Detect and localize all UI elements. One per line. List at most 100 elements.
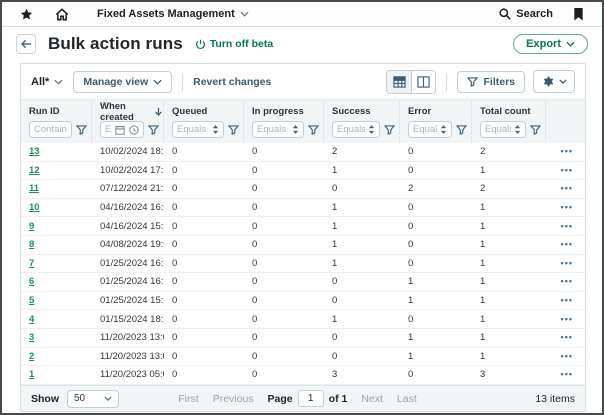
column-filter-actions: [546, 119, 585, 143]
equals-filter-select[interactable]: Equals: [172, 121, 224, 138]
column-label: Success: [332, 106, 371, 117]
row-actions-button[interactable]: •••: [546, 239, 585, 249]
cell-success: 1: [324, 165, 400, 176]
cell-error: 1: [400, 295, 472, 306]
equals-filter-select[interactable]: Equals: [252, 121, 304, 138]
date-filter-box[interactable]: E: [100, 121, 144, 138]
page-size-select[interactable]: 50: [67, 390, 119, 408]
run-id-link[interactable]: 11: [29, 183, 39, 194]
cell-queued: 0: [164, 295, 244, 306]
export-button[interactable]: Export: [513, 34, 588, 54]
cell-success: 0: [324, 295, 400, 306]
run-id-link[interactable]: 2: [29, 351, 34, 362]
last-page-button[interactable]: Last: [397, 393, 417, 405]
chevron-down-icon[interactable]: [240, 11, 249, 17]
run-id-link[interactable]: 7: [29, 258, 34, 269]
cell-queued: 0: [164, 314, 244, 325]
cell-total-count: 1: [472, 332, 546, 343]
next-page-button[interactable]: Next: [361, 393, 383, 405]
cell-error: 1: [400, 332, 472, 343]
column-filter-run-id: [21, 119, 92, 143]
row-actions-button[interactable]: •••: [546, 202, 585, 212]
row-actions-button[interactable]: •••: [546, 165, 585, 175]
home-button[interactable]: [49, 8, 75, 21]
cell-when-created: 11/20/2023 13:0...: [92, 351, 164, 362]
bulk-action-runs-card: All* Manage view Revert changes: [20, 63, 586, 412]
pager: First Previous Page of 1 Next Last: [178, 390, 417, 407]
app-name[interactable]: Fixed Assets Management: [97, 8, 235, 20]
row-actions-button[interactable]: •••: [546, 369, 585, 379]
clock-icon: [129, 125, 139, 135]
column-header-in-progress: In progress: [244, 100, 324, 119]
turn-off-beta-button[interactable]: Turn off beta: [195, 38, 273, 50]
revert-changes-button[interactable]: Revert changes: [193, 76, 271, 88]
cell-total-count: 1: [472, 202, 546, 213]
run-id-link[interactable]: 10: [29, 202, 40, 213]
run-id-link[interactable]: 4: [29, 314, 34, 325]
run-id-cell: 10: [21, 202, 92, 213]
run-id-link[interactable]: 1: [29, 369, 34, 380]
runs-table: Run IDWhen createdQueuedIn progressSucce…: [21, 99, 585, 385]
search-button[interactable]: Search: [499, 8, 553, 20]
row-actions-button[interactable]: •••: [546, 276, 585, 286]
row-actions-button[interactable]: •••: [546, 295, 585, 305]
cell-when-created: 01/25/2024 15:3...: [92, 295, 164, 306]
cell-success: 3: [324, 369, 400, 380]
run-id-link[interactable]: 9: [29, 221, 34, 232]
equals-filter-select[interactable]: Equals: [480, 121, 526, 138]
favorites-button[interactable]: [14, 8, 39, 21]
cell-when-created: 07/12/2024 21:2...: [92, 183, 164, 194]
run-id-cell: 6: [21, 276, 92, 287]
row-actions-button[interactable]: •••: [546, 351, 585, 361]
first-page-button[interactable]: First: [178, 393, 198, 405]
cell-error: 0: [400, 221, 472, 232]
cell-queued: 0: [164, 369, 244, 380]
cell-queued: 0: [164, 202, 244, 213]
run-id-link[interactable]: 3: [29, 332, 34, 343]
header-label-row: Run IDWhen createdQueuedIn progressSucce…: [21, 100, 585, 119]
row-actions-button[interactable]: •••: [546, 332, 585, 342]
row-actions-button[interactable]: •••: [546, 221, 585, 231]
cell-success: 2: [324, 146, 400, 157]
header-filter-row: E Equals Equals Equals Equals Equals: [21, 119, 585, 143]
column-view-toggle[interactable]: [411, 71, 435, 93]
run-id-link[interactable]: 12: [29, 165, 40, 176]
run-id-link[interactable]: 5: [29, 295, 34, 306]
cell-success: 1: [324, 221, 400, 232]
equals-filter-select[interactable]: Equals: [332, 121, 380, 138]
bookmark-button[interactable]: [567, 8, 590, 21]
cell-in-progress: 0: [244, 276, 324, 287]
run-id-cell: 5: [21, 295, 92, 306]
view-selector[interactable]: All*: [31, 76, 63, 88]
cell-in-progress: 0: [244, 314, 324, 325]
previous-page-button[interactable]: Previous: [213, 393, 254, 405]
page-label: Page: [268, 393, 293, 405]
column-filter-success: Equals: [324, 119, 400, 143]
page-number-group: Page of 1: [268, 390, 348, 407]
row-actions-button[interactable]: •••: [546, 183, 585, 193]
cell-queued: 0: [164, 146, 244, 157]
page-number-input[interactable]: [298, 390, 324, 407]
cell-success: 1: [324, 314, 400, 325]
filter-text-input[interactable]: [34, 124, 67, 135]
back-button[interactable]: [16, 34, 36, 54]
run-id-link[interactable]: 8: [29, 239, 34, 250]
equals-filter-select[interactable]: Equals: [408, 121, 452, 138]
filters-label: Filters: [483, 76, 515, 88]
page-header: Bulk action runs Turn off beta Export: [2, 27, 602, 61]
chevron-down-icon: [54, 79, 63, 85]
filters-button[interactable]: Filters: [457, 71, 525, 93]
row-actions-button[interactable]: •••: [546, 146, 585, 156]
run-id-link[interactable]: 13: [29, 146, 40, 157]
table-header: Run IDWhen createdQueuedIn progressSucce…: [21, 99, 585, 143]
row-actions-button[interactable]: •••: [546, 258, 585, 268]
manage-view-button[interactable]: Manage view: [73, 71, 172, 93]
run-id-cell: 7: [21, 258, 92, 269]
table-view-toggle[interactable]: [387, 71, 411, 93]
run-id-link[interactable]: 6: [29, 276, 34, 287]
row-actions-button[interactable]: •••: [546, 314, 585, 324]
funnel-icon: [308, 125, 319, 135]
cell-error: 2: [400, 183, 472, 194]
equals-filter-value: Equals: [485, 124, 511, 135]
grid-settings-button[interactable]: [533, 70, 575, 93]
